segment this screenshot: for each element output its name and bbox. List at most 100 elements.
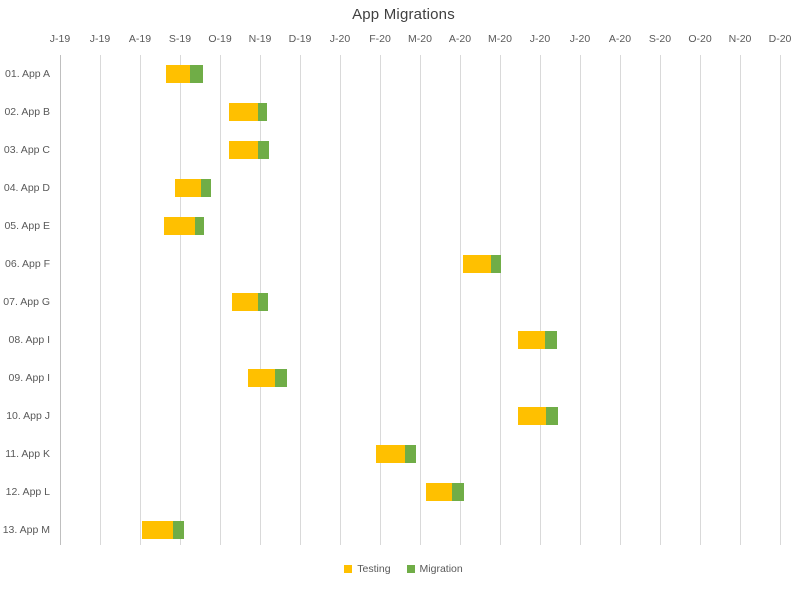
gridline [540,55,541,545]
bar-segment-testing[interactable] [426,483,452,501]
bar-segment-migration[interactable] [405,445,416,463]
category-label: 13. App M [2,524,50,536]
gridline [700,55,701,545]
gridline [780,55,781,545]
bar-segment-testing[interactable] [518,331,545,349]
x-tick-label: D-20 [768,33,792,45]
gridline [300,55,301,545]
gantt-bar[interactable] [166,65,203,83]
legend-swatch-icon [344,565,353,573]
bar-segment-testing[interactable] [229,141,258,159]
gantt-bar[interactable] [518,331,557,349]
gantt-bar[interactable] [376,445,416,463]
bar-segment-migration[interactable] [201,179,211,197]
legend-swatch-icon [406,565,415,573]
plot-area: 01. App A 02. App B 03. App C 04. App D 05. … [0,55,807,545]
bar-segment-migration[interactable] [195,217,204,235]
x-tick-label: S-19 [168,33,192,45]
legend-entry[interactable]: Migration [406,563,463,575]
bar-segment-testing[interactable] [229,103,258,121]
legend-entry[interactable]: Testing [344,563,391,575]
bar-segment-migration[interactable] [452,483,464,501]
x-tick-label: A-19 [128,33,152,45]
x-tick-label: M-20 [408,33,432,45]
gantt-bar[interactable] [164,217,204,235]
x-tick-label: A-20 [608,33,632,45]
bar-segment-testing[interactable] [166,65,190,83]
bar-segment-migration[interactable] [258,293,268,311]
chart-title: App Migrations [352,6,455,23]
x-tick-label: N-20 [728,33,752,45]
category-label: 05. App E [4,220,50,232]
category-label: 09. App I [8,372,50,384]
x-axis-tick-labels: J-19 J-19 A-19 S-19 O-19 N-19 D-19 J-20 F-20 M-20… [0,33,807,49]
gantt-bar[interactable] [142,521,184,539]
bar-segment-migration[interactable] [258,141,269,159]
legend-label: Testing [357,563,391,575]
gantt-bar[interactable] [426,483,464,501]
gantt-bar[interactable] [229,103,267,121]
bar-segment-testing[interactable] [518,407,546,425]
category-label: 10. App J [6,410,50,422]
x-tick-label: J-20 [529,33,551,45]
bar-segment-migration[interactable] [546,407,558,425]
gantt-bar[interactable] [229,141,269,159]
bar-segment-migration[interactable] [491,255,501,273]
category-label: 02. App B [4,106,50,118]
bar-segment-testing[interactable] [376,445,405,463]
gridline [340,55,341,545]
x-tick-label: D-19 [288,33,312,45]
category-label: 11. App K [5,448,50,460]
gantt-bar[interactable] [232,293,268,311]
x-tick-label: A-20 [448,33,472,45]
gridline [380,55,381,545]
category-label: 01. App A [5,68,50,80]
legend-label: Migration [419,563,463,575]
bar-segment-migration[interactable] [258,103,267,121]
gridline [660,55,661,545]
category-label: 04. App D [3,182,50,194]
x-tick-label: N-19 [248,33,272,45]
category-label: 07. App G [3,296,50,308]
gantt-chart: App Migrations J-19 J-19 A-19 S-19 O-19 N-19 D… [0,0,807,591]
bar-segment-testing[interactable] [248,369,275,387]
x-tick-label: J-20 [569,33,591,45]
gantt-bar[interactable] [518,407,558,425]
gridline [100,55,101,545]
x-tick-label: M-20 [488,33,512,45]
bar-segment-migration[interactable] [275,369,287,387]
gridline [460,55,461,545]
gridline [500,55,501,545]
category-label: 03. App C [3,144,50,156]
x-tick-label: O-20 [688,33,712,45]
x-tick-label: S-20 [648,33,672,45]
gridline [580,55,581,545]
bar-segment-testing[interactable] [232,293,258,311]
x-tick-label: J-19 [89,33,111,45]
gridline [420,55,421,545]
x-tick-label: J-19 [49,33,71,45]
category-label: 12. App L [5,486,50,498]
bar-segment-testing[interactable] [463,255,491,273]
gantt-bar[interactable] [463,255,501,273]
value-axis-line [60,55,61,545]
gridline [140,55,141,545]
bar-segment-migration[interactable] [190,65,203,83]
bar-segment-migration[interactable] [173,521,184,539]
gridline [220,55,221,545]
x-tick-label: F-20 [369,33,391,45]
x-tick-label: O-19 [208,33,232,45]
gridline [180,55,181,545]
bar-segment-testing[interactable] [164,217,195,235]
gridline [740,55,741,545]
chart-legend: Testing Migration [0,563,807,575]
gridline [620,55,621,545]
bar-segment-testing[interactable] [175,179,201,197]
x-tick-label: J-20 [329,33,351,45]
bar-segment-testing[interactable] [142,521,173,539]
category-label: 06. App F [5,258,50,270]
bar-segment-migration[interactable] [545,331,557,349]
category-label: 08. App I [8,334,50,346]
gantt-bar[interactable] [248,369,287,387]
gantt-bar[interactable] [175,179,211,197]
